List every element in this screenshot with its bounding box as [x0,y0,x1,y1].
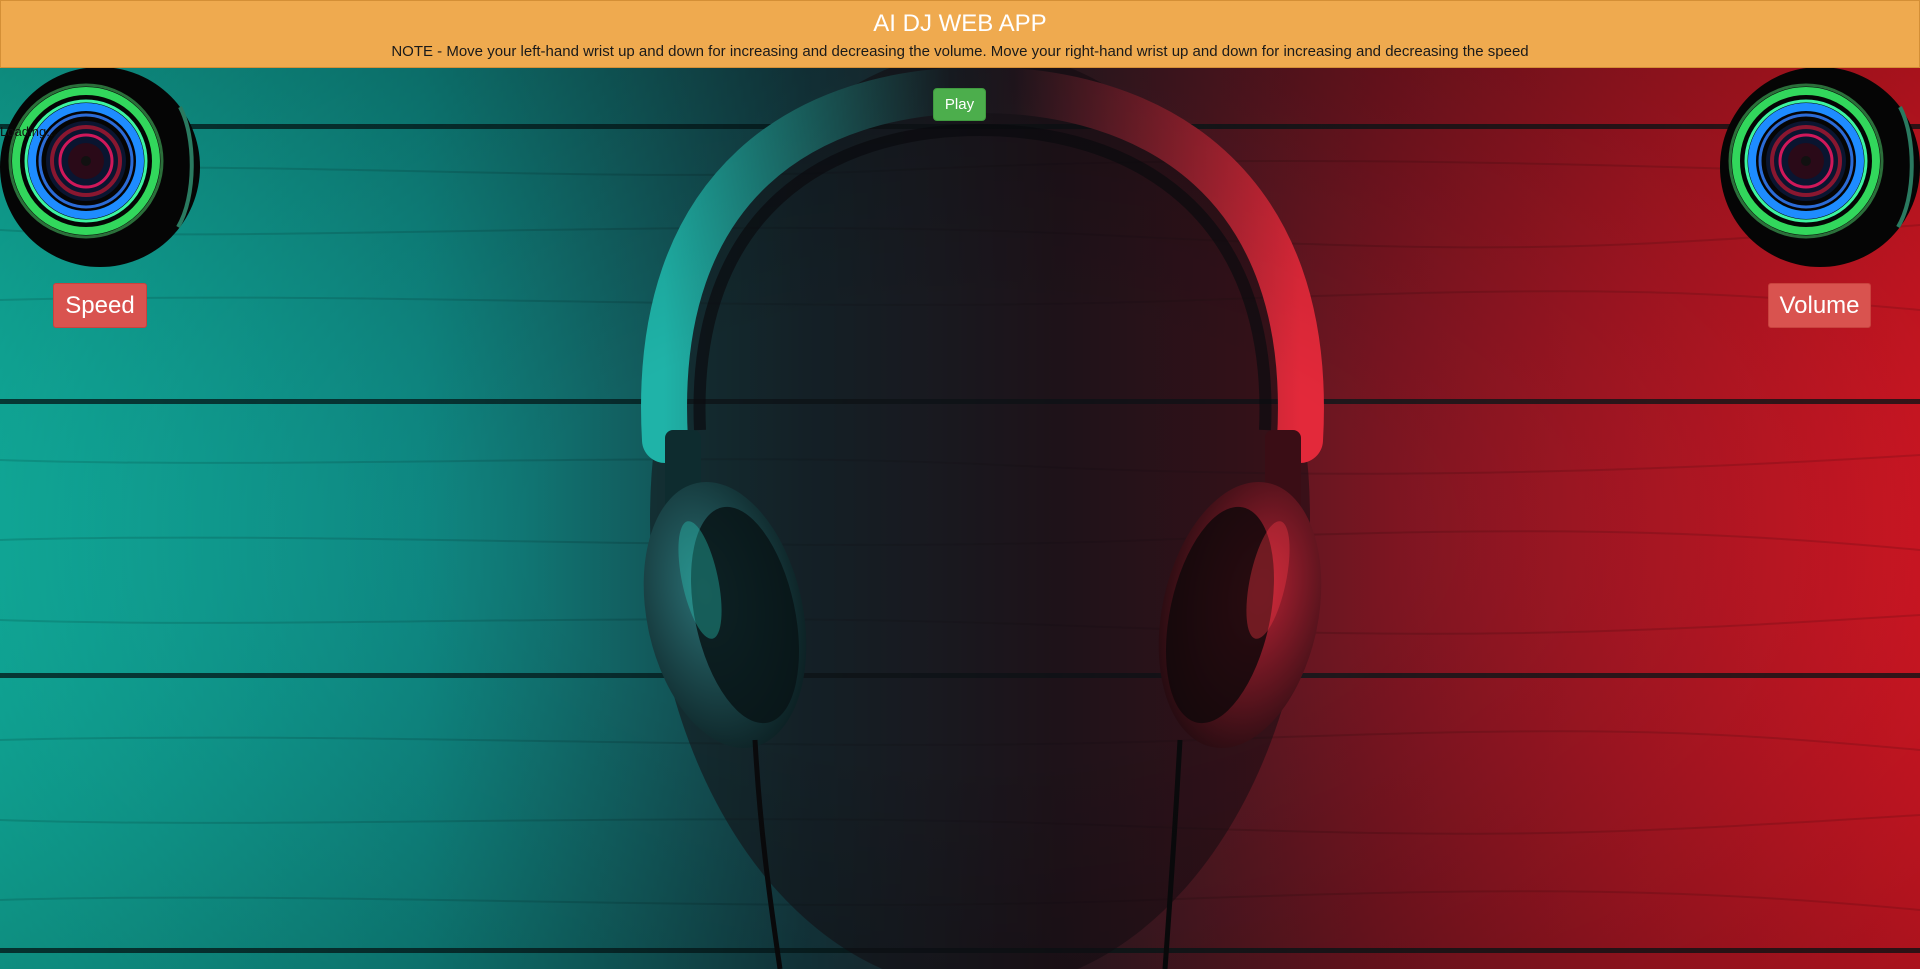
right-turntable-disc-icon [1720,67,1920,267]
left-turntable-disc-icon [0,67,200,267]
volume-button[interactable]: Volume [1768,283,1871,328]
loading-status: Loading... [0,124,58,139]
play-button[interactable]: Play [933,88,986,121]
headphones-background-image [0,0,1920,969]
instructions-note: NOTE - Move your left-hand wrist up and … [391,43,1529,60]
speed-button[interactable]: Speed [53,283,147,328]
app-page: AI DJ WEB APP NOTE - Move your left-hand… [0,0,1920,969]
app-header: AI DJ WEB APP NOTE - Move your left-hand… [0,0,1920,68]
page-title: AI DJ WEB APP [873,10,1047,37]
